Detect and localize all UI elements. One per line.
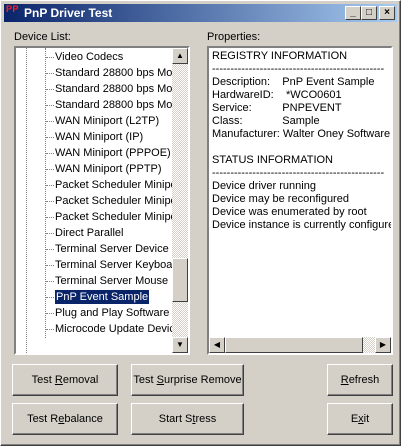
property-line: ----------------------------------------… xyxy=(212,63,385,75)
tree-connector xyxy=(46,329,54,330)
tree-connector xyxy=(46,137,54,138)
window-title: PnP Driver Test xyxy=(24,6,113,20)
device-list-item[interactable]: Terminal Server Device F xyxy=(55,242,173,256)
property-line: Description: PnP Event Sample xyxy=(212,76,375,88)
property-line: Device may be reconfigured xyxy=(212,193,349,205)
tree-connector xyxy=(46,105,54,106)
btn-text: Test xyxy=(133,374,157,386)
device-list-item[interactable]: Packet Scheduler Minipo xyxy=(55,178,173,192)
tree-connector xyxy=(46,121,54,122)
property-line: Device instance is currently configured xyxy=(212,219,393,231)
refresh-button[interactable]: Refresh xyxy=(327,364,393,396)
start-stress-button[interactable]: Start Stress xyxy=(131,403,244,435)
app-icon: P P xyxy=(6,4,18,14)
main-window: P P PnP Driver Test _ □ × Device List: P… xyxy=(0,0,401,446)
device-list-item[interactable]: Packet Scheduler Minipo xyxy=(55,210,173,224)
minimize-button[interactable]: _ xyxy=(345,6,361,20)
device-list-item[interactable]: Packet Scheduler Minipo xyxy=(55,194,173,208)
tree-connector xyxy=(46,169,54,170)
device-list-item[interactable]: PnP Event Sample xyxy=(53,289,151,305)
btn-text: emoval xyxy=(62,374,99,386)
device-list-item[interactable]: WAN Miniport (L2TP) xyxy=(55,114,159,128)
scroll-left-arrow-icon[interactable]: ◀ xyxy=(209,337,225,353)
tree-line xyxy=(26,48,27,353)
tree-connector xyxy=(46,313,54,314)
tree-connector xyxy=(46,89,54,90)
maximize-button[interactable]: □ xyxy=(361,6,377,20)
device-list-item[interactable]: Direct Parallel xyxy=(55,226,123,240)
properties-label: Properties: xyxy=(207,31,261,43)
property-line: STATUS INFORMATION xyxy=(212,154,333,166)
test-removal-button[interactable]: Test Removal xyxy=(12,364,118,396)
scroll-down-arrow-icon[interactable]: ▼ xyxy=(172,337,188,353)
btn-text: Start S xyxy=(158,413,193,425)
test-surprise-remove-button[interactable]: Test Surprise Remove xyxy=(131,364,244,396)
btn-mnemonic: S xyxy=(156,374,164,386)
close-button[interactable]: × xyxy=(379,6,395,20)
tree-connector xyxy=(46,281,54,282)
tree-connector xyxy=(46,265,54,266)
property-line: ----------------------------------------… xyxy=(212,167,385,179)
test-rebalance-button[interactable]: Test Rebalance xyxy=(12,403,118,435)
device-list-label: Device List: xyxy=(14,31,71,43)
btn-text: efresh xyxy=(348,374,380,386)
device-list-item[interactable]: Terminal Server Keyboard xyxy=(55,258,173,272)
property-line: REGISTRY INFORMATION xyxy=(212,50,348,62)
device-list-item[interactable]: Standard 28800 bps Mod xyxy=(55,66,173,80)
scroll-up-arrow-icon[interactable]: ▲ xyxy=(172,48,188,64)
title-bar[interactable]: P P PnP Driver Test _ □ × xyxy=(4,4,397,22)
tree-line xyxy=(45,48,46,338)
tree-connector xyxy=(46,73,54,74)
btn-mnemonic: R xyxy=(340,374,349,386)
device-tree-items: Video Codecs Standard 28800 bps Mod Standa… xyxy=(16,48,173,353)
property-line: Service: PNPEVENT xyxy=(212,102,342,114)
h-scroll-thumb[interactable] xyxy=(225,337,363,353)
properties-scrollbar[interactable]: ◀ ▶ xyxy=(209,337,391,353)
scroll-right-arrow-icon[interactable]: ▶ xyxy=(375,337,391,353)
tree-connector xyxy=(46,217,54,218)
property-line: Manufacturer: Walter Oney Software xyxy=(212,128,391,140)
btn-text: Test xyxy=(31,374,55,386)
tree-connector xyxy=(46,201,54,202)
property-line: Device driver running xyxy=(212,180,316,192)
btn-text: it xyxy=(363,413,370,425)
device-list-item[interactable]: Terminal Server Mouse D xyxy=(55,274,173,288)
tree-connector xyxy=(46,153,54,154)
btn-text: urprise Remove xyxy=(163,374,242,386)
tree-connector xyxy=(46,233,54,234)
btn-mnemonic: R xyxy=(54,374,63,386)
tree-connector xyxy=(46,249,54,250)
device-list-item[interactable]: WAN Miniport (PPPOE) xyxy=(55,146,171,160)
tree-connector xyxy=(46,297,54,298)
device-list-item[interactable]: Standard 28800 bps Mod xyxy=(55,82,173,96)
device-list-item[interactable]: Standard 28800 bps Mod xyxy=(55,98,173,112)
device-list-item[interactable]: Microcode Update Device xyxy=(55,322,173,336)
device-list-item[interactable]: Video Codecs xyxy=(55,50,123,64)
btn-text: ress xyxy=(195,413,217,425)
properties-box[interactable]: REGISTRY INFORMATION --------------------… xyxy=(207,46,393,355)
tree-connector xyxy=(46,57,54,58)
device-list-item[interactable]: Plug and Play Software D xyxy=(55,306,173,320)
device-tree[interactable]: Video Codecs Standard 28800 bps Mod Standa… xyxy=(14,46,190,355)
property-line: Device was enumerated by root xyxy=(212,206,367,218)
tree-connector xyxy=(46,185,54,186)
property-line: Class: Sample xyxy=(212,115,320,127)
exit-button[interactable]: Exit xyxy=(327,403,393,435)
device-list-scrollbar[interactable]: ▲ ▼ xyxy=(172,48,188,353)
btn-text: Test R xyxy=(27,413,59,425)
device-list-item[interactable]: WAN Miniport (PPTP) xyxy=(55,162,162,176)
btn-text: balance xyxy=(64,413,103,425)
scroll-thumb[interactable] xyxy=(172,258,188,302)
property-line: HardwareID: *WCO0601 xyxy=(212,89,342,101)
device-list-item[interactable]: WAN Miniport (IP) xyxy=(55,130,143,144)
